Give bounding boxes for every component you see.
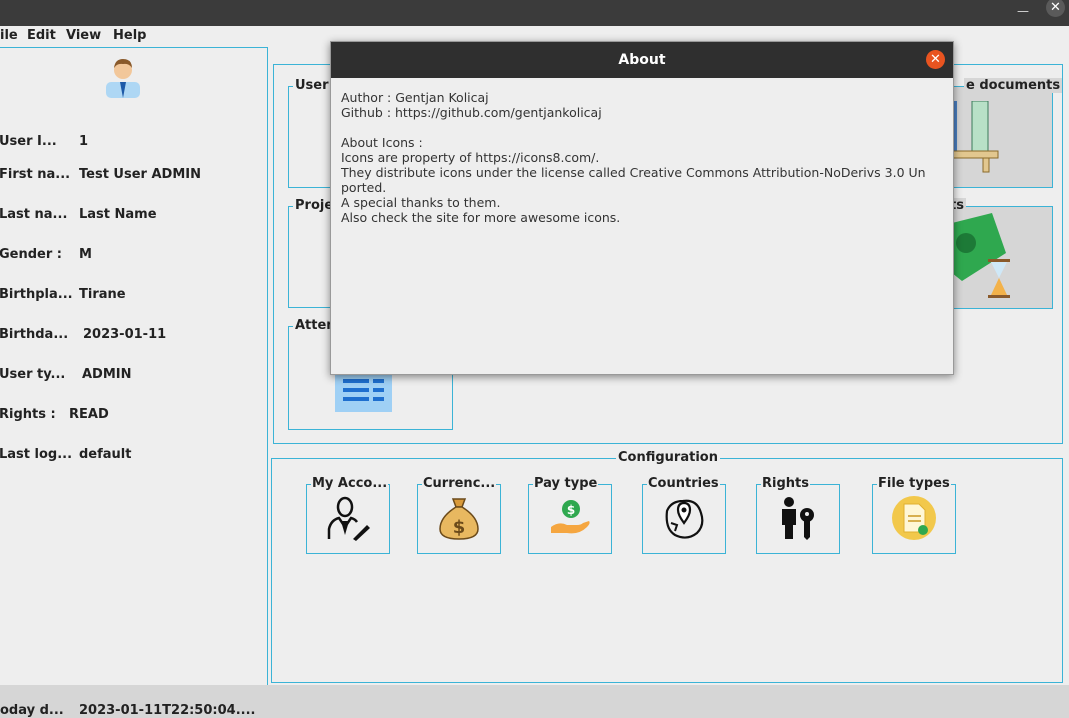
documents-module[interactable]: e documents — [951, 78, 1063, 188]
project-module-title: Proje — [293, 198, 336, 213]
user-field-value: default — [79, 447, 132, 462]
svg-text:$: $ — [567, 503, 575, 517]
project-module[interactable]: Proje — [288, 198, 336, 308]
svg-text:$: $ — [453, 517, 466, 538]
configuration-title: Configuration — [616, 450, 720, 465]
about-dialog: About ✕ Author : Gentjan Kolicaj Github … — [330, 41, 954, 375]
payments-module[interactable]: ts — [948, 198, 1053, 309]
file-types-label: File types — [877, 476, 951, 491]
user-field-label: Rights : — [0, 407, 56, 422]
currency-button[interactable]: Currenc... $ — [417, 476, 501, 554]
window-close-button[interactable]: ✕ — [1046, 0, 1065, 17]
countries-button[interactable]: Countries — [642, 476, 726, 554]
menu-edit[interactable]: Edit — [27, 28, 56, 43]
user-field-label: User ty... — [0, 367, 66, 382]
user-field-label: Gender : — [0, 247, 63, 262]
user-field-value: M — [79, 247, 92, 262]
money-hourglass-icon — [952, 213, 1012, 307]
about-dialog-title: About — [331, 42, 953, 78]
globe-map-icon — [661, 495, 707, 545]
pay-type-label: Pay type — [533, 476, 599, 491]
about-close-button[interactable]: ✕ — [926, 50, 945, 69]
attendance-list-icon — [335, 369, 392, 412]
documents-module-title: e documents — [964, 78, 1063, 93]
user-field-value: Last Name — [79, 207, 157, 222]
countries-label: Countries — [647, 476, 720, 491]
user-field-value: 2023-01-11 — [83, 327, 167, 342]
person-key-icon — [777, 495, 821, 545]
user-field-label: Birthpla... — [0, 287, 73, 302]
user-module[interactable]: User — [288, 78, 331, 188]
user-edit-icon — [325, 495, 371, 545]
user-field-label: User I... — [0, 134, 57, 149]
user-field-value: 1 — [79, 134, 89, 149]
user-field-value: Tirane — [79, 287, 126, 302]
currency-label: Currenc... — [422, 476, 497, 491]
today-date-value: 2023-01-11T22:50:04.... — [79, 703, 256, 718]
money-bag-icon: $ — [436, 495, 482, 545]
user-module-title: User — [293, 78, 331, 93]
user-field-value: Test User ADMIN — [79, 167, 201, 182]
user-field-label: Last log... — [0, 447, 73, 462]
rights-button[interactable]: Rights — [756, 476, 840, 554]
user-field-label: First na... — [0, 167, 71, 182]
status-bar: oday d... 2023-01-11T22:50:04.... — [0, 685, 1069, 718]
menu-view[interactable]: View — [66, 28, 101, 43]
user-field-label: Last na... — [0, 207, 68, 222]
file-icon — [891, 495, 937, 545]
user-field-label: Birthda... — [0, 327, 69, 342]
window-titlebar: — ✕ — [0, 0, 1069, 26]
minimize-button[interactable]: — — [1016, 4, 1030, 18]
my-account-button[interactable]: My Acco... — [306, 476, 390, 554]
rights-label: Rights — [761, 476, 810, 491]
about-text: Author : Gentjan Kolicaj Github : https:… — [341, 90, 926, 225]
bookshelf-icon — [951, 100, 1002, 181]
menu-help[interactable]: Help — [113, 28, 146, 43]
user-field-value: READ — [69, 407, 109, 422]
pay-type-button[interactable]: Pay type $ — [528, 476, 612, 554]
user-avatar-icon — [103, 54, 143, 98]
menu-file[interactable]: ile — [0, 28, 18, 43]
user-field-value: ADMIN — [82, 367, 132, 382]
file-types-button[interactable]: File types — [872, 476, 956, 554]
today-date-label: oday d... — [0, 703, 64, 718]
hand-coin-icon: $ — [549, 499, 591, 541]
my-account-label: My Acco... — [311, 476, 389, 491]
